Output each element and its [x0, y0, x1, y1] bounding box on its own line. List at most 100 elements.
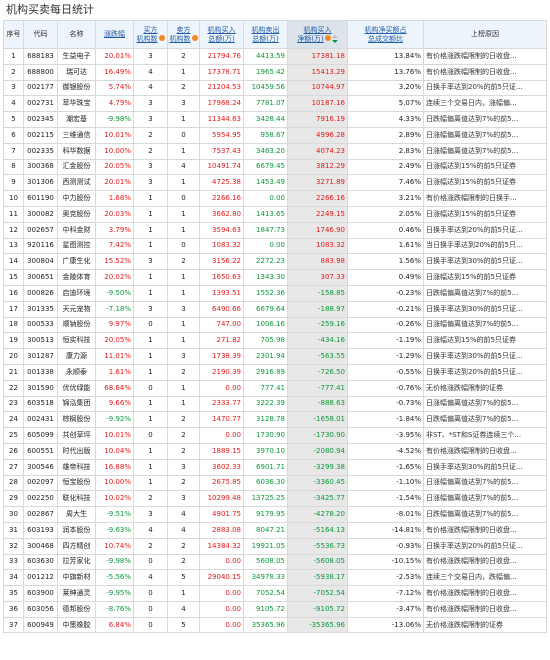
- table-row[interactable]: 24 002431 棕榈股份 -9.92% 1 2 1470.77 3128.78 -1658.…: [3, 411, 547, 429]
- header-buy-inst-sort[interactable]: 买方 机构数: [133, 20, 168, 49]
- table-row[interactable]: 6 002115 三维通信 10.01% 2 0 5954.95 958.67 4996.28 2…: [3, 126, 547, 144]
- stock-code-link[interactable]: 600551: [23, 442, 58, 460]
- stock-name-link[interactable]: 雄帝科技: [57, 458, 96, 476]
- table-row[interactable]: 12 002657 中科金财 3.79% 1 1 3594.63 1847.73 1746.90…: [3, 221, 547, 239]
- table-row[interactable]: 32 300468 四方精创 10.74% 2 2 14384.32 19921.05 -553…: [3, 537, 547, 555]
- table-row[interactable]: 25 605099 共创草坪 10.01% 0 2 0.00 1730.90 -1730.90-…: [3, 427, 547, 444]
- stock-name-link[interactable]: 星图测控: [57, 237, 96, 255]
- stock-code-link[interactable]: 301306: [23, 174, 58, 192]
- stock-name-link[interactable]: 中力股份: [57, 190, 96, 207]
- stock-code-link[interactable]: 688800: [23, 63, 58, 81]
- stock-code-link[interactable]: 002335: [23, 142, 58, 160]
- table-row[interactable]: 11 300082 奥克股份 20.03% 1 1 3662.80 1413.65 2249.1…: [3, 205, 547, 223]
- stock-name-link[interactable]: 西测测试: [57, 174, 96, 192]
- stock-name-link[interactable]: 润本股份: [57, 521, 96, 539]
- stock-name-link[interactable]: 拉芳家化: [57, 553, 96, 571]
- table-row[interactable]: 17 301335 天元宠物 -7.18% 3 3 6490.66 6679.64 -188.9…: [3, 300, 547, 318]
- table-row[interactable]: 14 300804 广康生化 15.52% 3 2 3156.22 2272.23 883.98…: [3, 253, 547, 271]
- table-row[interactable]: 28 002097 恒宝股份 10.00% 1 2 2675.85 6036.30 -3360.…: [3, 474, 547, 492]
- table-row[interactable]: 5 002345 潮宏基 -9.98% 3 1 11344.63 3428.44 7916.19…: [3, 111, 547, 128]
- stock-code-link[interactable]: 300804: [23, 253, 58, 271]
- stock-name-link[interactable]: 德邦股份: [57, 600, 96, 618]
- stock-name-link[interactable]: 莱绅通灵: [57, 585, 96, 602]
- stock-code-link[interactable]: 688183: [23, 48, 58, 65]
- stock-code-link[interactable]: 603056: [23, 600, 58, 618]
- stock-code-link[interactable]: 002097: [23, 474, 58, 492]
- stock-name-link[interactable]: 中策橡胶: [57, 616, 96, 634]
- stock-name-link[interactable]: 恒宝股份: [57, 474, 96, 492]
- stock-code-link[interactable]: 002345: [23, 111, 58, 128]
- header-change-sort[interactable]: 涨跌幅: [95, 20, 134, 49]
- stock-code-link[interactable]: 603518: [23, 395, 58, 413]
- stock-name-link[interactable]: 锦泓集团: [57, 395, 96, 413]
- stock-code-link[interactable]: 300082: [23, 205, 58, 223]
- stock-code-link[interactable]: 002177: [23, 79, 58, 97]
- stock-name-link[interactable]: 科华数据: [57, 142, 96, 160]
- table-row[interactable]: 10 601190 中力股份 1.68% 1 0 2266.16 0.00 2266.16 3.2…: [3, 190, 547, 207]
- table-row[interactable]: 1 688183 生益电子 20.01% 3 2 21794.76 4413.59 17381.…: [3, 48, 547, 65]
- header-ratio-sort[interactable]: 机构净买额占 总成交额比: [347, 20, 424, 49]
- stock-name-link[interactable]: 生益电子: [57, 48, 96, 65]
- stock-code-link[interactable]: 002867: [23, 506, 58, 523]
- stock-code-link[interactable]: 605099: [23, 427, 58, 444]
- stock-name-link[interactable]: 棕榈股份: [57, 411, 96, 429]
- stock-code-link[interactable]: 301590: [23, 379, 58, 397]
- stock-code-link[interactable]: 002731: [23, 95, 58, 113]
- stock-name-link[interactable]: 汇金股份: [57, 158, 96, 176]
- table-row[interactable]: 7 002335 科华数据 10.00% 2 1 7537.43 3463.20 4074.23…: [3, 142, 547, 160]
- stock-code-link[interactable]: 603900: [23, 585, 58, 602]
- table-row[interactable]: 31 603193 润本股份 -9.63% 4 4 2883.08 8047.21 -5164.…: [3, 521, 547, 539]
- stock-name-link[interactable]: 康力源: [57, 348, 96, 365]
- stock-name-link[interactable]: 三维通信: [57, 126, 96, 144]
- stock-code-link[interactable]: 301335: [23, 300, 58, 318]
- table-row[interactable]: 18 000533 顺钠股份 9.97% 0 1 747.00 1006.16 -259.16-…: [3, 316, 547, 334]
- stock-name-link[interactable]: 四方精创: [57, 537, 96, 555]
- table-row[interactable]: 16 000826 启迪环境 -9.50% 1 1 1393.51 1552.36 -158.8…: [3, 284, 547, 302]
- stock-name-link[interactable]: 金陵体育: [57, 269, 96, 286]
- stock-name-link[interactable]: 永顺泰: [57, 363, 96, 381]
- stock-name-link[interactable]: 天元宠物: [57, 300, 96, 318]
- table-row[interactable]: 26 600551 时代出版 10.04% 1 2 1889.15 3970.10 -2080.…: [3, 442, 547, 460]
- stock-code-link[interactable]: 600949: [23, 616, 58, 634]
- stock-name-link[interactable]: 时代出版: [57, 442, 96, 460]
- stock-name-link[interactable]: 瑞可达: [57, 63, 96, 81]
- table-row[interactable]: 20 301287 康力源 11.01% 1 3 1738.39 2301.94 -563.55…: [3, 348, 547, 365]
- table-row[interactable]: 29 002250 联化科技 10.02% 2 3 10299.48 13725.25 -342…: [3, 490, 547, 508]
- stock-name-link[interactable]: 共创草坪: [57, 427, 96, 444]
- stock-name-link[interactable]: 奥克股份: [57, 205, 96, 223]
- stock-name-link[interactable]: 顺钠股份: [57, 316, 96, 334]
- stock-code-link[interactable]: 002115: [23, 126, 58, 144]
- table-row[interactable]: 36 603056 德邦股份 -8.76% 0 4 0.00 9105.72 -9105.72-…: [3, 600, 547, 618]
- table-row[interactable]: 34 001212 中旗新材 -5.56% 4 5 29040.15 34978.33 -593…: [3, 569, 547, 587]
- header-buy-amt-sort[interactable]: 机构买入 总额(万): [199, 20, 244, 49]
- stock-code-link[interactable]: 001212: [23, 569, 58, 587]
- stock-code-link[interactable]: 603193: [23, 521, 58, 539]
- table-row[interactable]: 8 300368 汇金股份 20.05% 3 4 10491.74 6679.45 3812.2…: [3, 158, 547, 176]
- header-sell-amt-sort[interactable]: 机构卖出 总额(万): [243, 20, 288, 49]
- table-row[interactable]: 19 300513 恒实科技 20.05% 1 1 271.82 705.98 -434.16-…: [3, 332, 547, 350]
- stock-code-link[interactable]: 002250: [23, 490, 58, 508]
- table-row[interactable]: 2 688800 瑞可达 16.49% 4 1 17378.71 1965.42 15413.2…: [3, 63, 547, 81]
- stock-code-link[interactable]: 300368: [23, 158, 58, 176]
- table-row[interactable]: 9 301306 西测测试 20.01% 3 1 4725.38 1453.49 3271.89…: [3, 174, 547, 192]
- header-sell-inst-sort[interactable]: 卖方 机构数: [167, 20, 200, 49]
- stock-name-link[interactable]: 御银股份: [57, 79, 96, 97]
- stock-name-link[interactable]: 联化科技: [57, 490, 96, 508]
- stock-name-link[interactable]: 启迪环境: [57, 284, 96, 302]
- table-row[interactable]: 13 920116 星图测控 7.42% 1 0 1083.32 0.00 1083.32 1.6…: [3, 237, 547, 255]
- stock-code-link[interactable]: 300546: [23, 458, 58, 476]
- stock-code-link[interactable]: 301287: [23, 348, 58, 365]
- stock-code-link[interactable]: 300468: [23, 537, 58, 555]
- table-row[interactable]: 4 002731 萃华珠宝 4.79% 3 3 17968.24 7781.07 10187.1…: [3, 95, 547, 113]
- stock-name-link[interactable]: 萃华珠宝: [57, 95, 96, 113]
- stock-code-link[interactable]: 603630: [23, 553, 58, 571]
- stock-name-link[interactable]: 广康生化: [57, 253, 96, 271]
- table-row[interactable]: 33 603630 拉芳家化 -9.98% 0 2 0.00 5608.05 -5608.05-…: [3, 553, 547, 571]
- stock-code-link[interactable]: 300513: [23, 332, 58, 350]
- table-row[interactable]: 37 600949 中策橡胶 6.84% 0 5 0.00 35365.96 -35365.96…: [3, 616, 547, 634]
- table-row[interactable]: 15 300651 金陵体育 20.02% 1 1 1650.63 1343.30 307.33…: [3, 269, 547, 286]
- stock-name-link[interactable]: 中旗新材: [57, 569, 96, 587]
- table-row[interactable]: 23 603518 锦泓集团 9.66% 1 1 2333.77 3222.39 -888.63…: [3, 395, 547, 413]
- table-row[interactable]: 30 002867 周大生 -9.51% 3 4 4901.75 9179.95 -4278.2…: [3, 506, 547, 523]
- stock-name-link[interactable]: 恒实科技: [57, 332, 96, 350]
